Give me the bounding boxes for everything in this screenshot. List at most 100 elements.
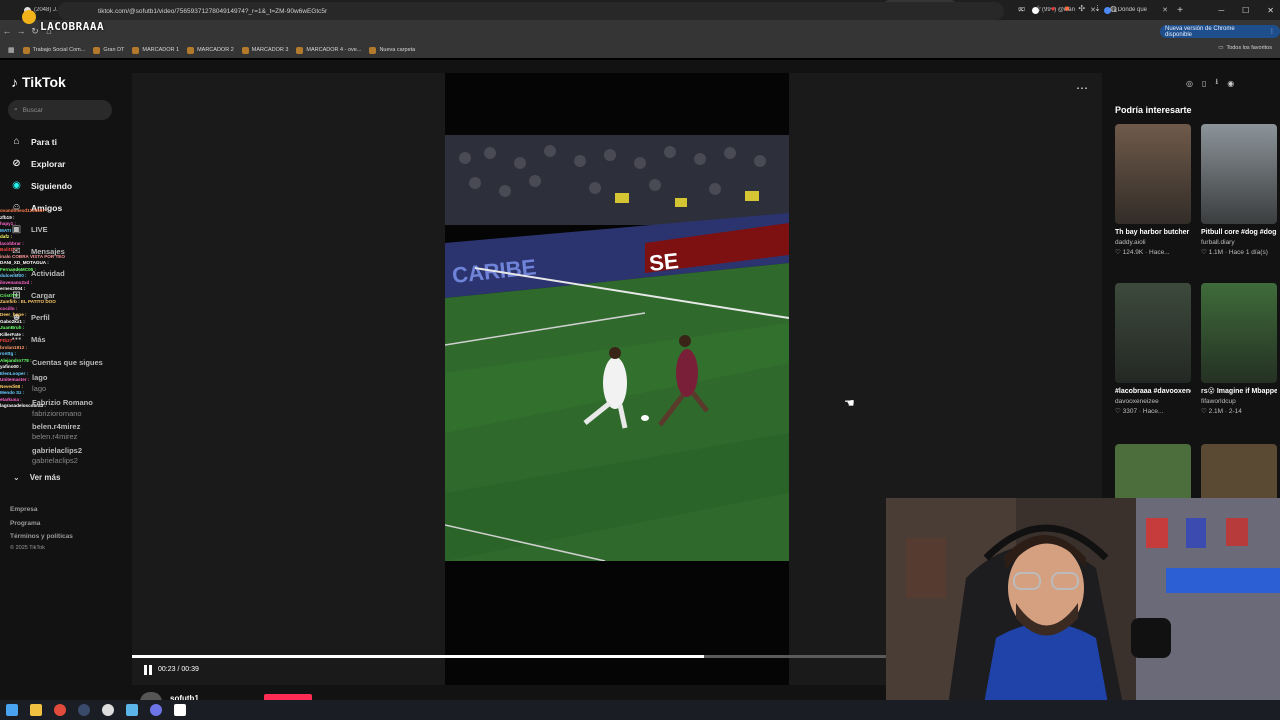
- app-icon[interactable]: [126, 704, 138, 716]
- search-icon: ⌕: [14, 106, 18, 113]
- tab-close-icon[interactable]: ✕: [1162, 6, 1168, 14]
- suggestion-author[interactable]: davooxeneizee: [1115, 397, 1191, 406]
- forward-icon[interactable]: →: [14, 26, 28, 36]
- extension-red-icon[interactable]: ●: [1051, 4, 1056, 13]
- address-url: tiktok.com/@sofutb1/video/75659371278049…: [98, 7, 328, 15]
- suggestion-meta: ♡ 1.1M · Hace 1 día(s): [1201, 249, 1268, 256]
- profile-avatar-icon[interactable]: ◍: [1110, 4, 1117, 13]
- chrome-icon[interactable]: [54, 704, 66, 716]
- all-bookmarks-button[interactable]: ▭ Todos los favoritos: [1218, 45, 1272, 51]
- suggestion-thumbnail[interactable]: [1201, 124, 1277, 224]
- bookmark-label: Trabajo Social Com...: [32, 47, 86, 53]
- see-more-label: Ver más: [29, 473, 61, 482]
- footer-programa[interactable]: Programa: [10, 520, 40, 527]
- chrome-update-button[interactable]: Nueva versión de Chrome disponible ⋮: [1160, 25, 1280, 38]
- device-icon[interactable]: ▯: [1202, 79, 1206, 88]
- see-more-button[interactable]: ⌄ Ver más: [13, 473, 60, 482]
- minimize-icon[interactable]: ─: [1218, 6, 1224, 15]
- tiktok-logo[interactable]: ♪ TikTok: [11, 74, 66, 90]
- bookmark-item[interactable]: MARCADOR 2: [187, 46, 234, 54]
- bookmark-item[interactable]: Gran DT: [93, 46, 124, 54]
- more-options-icon[interactable]: ⋯: [1076, 81, 1088, 95]
- suggestion-meta: ♡ 3307 · Hace...: [1115, 408, 1164, 415]
- bookmark-icon: [296, 46, 304, 54]
- suggestion-card[interactable]: Th bay harbor butcher #gym...daddy.aioli…: [1115, 124, 1191, 258]
- new-tab-icon[interactable]: +: [1172, 5, 1188, 16]
- search-placeholder: Buscar: [22, 106, 43, 114]
- suggestion-thumbnail[interactable]: [1201, 283, 1277, 383]
- settings-icon[interactable]: ◎: [1186, 79, 1193, 88]
- suggestion-card[interactable]: Pitbull core #dog #dogsoftiktok...furbal…: [1201, 124, 1277, 258]
- suggestion-meta: ♡ 2.1M · 2-14: [1201, 408, 1242, 415]
- folder-icon: ▭: [1218, 45, 1224, 51]
- pause-icon[interactable]: [144, 665, 154, 675]
- kebab-menu-icon[interactable]: ⋮: [1269, 28, 1275, 35]
- suggestion-author[interactable]: daddy.aioli: [1115, 238, 1191, 247]
- bookmark-item[interactable]: Nueva carpeta: [369, 46, 416, 54]
- sidebar-item-label: Para ti: [31, 136, 57, 147]
- maximize-icon[interactable]: ☐: [1242, 6, 1249, 15]
- sidebar-item-label: Siguiendo: [31, 180, 73, 191]
- footer-terms[interactable]: Términos y políticas: [10, 533, 73, 540]
- suggestion-card[interactable]: #lacobraaa #davooxeneize...davooxeneizee…: [1115, 283, 1191, 417]
- browser-extension-icons: ▭ ☆ ● ■ ✣ ⇣ ◍: [1018, 4, 1117, 13]
- bookmark-item[interactable]: MARCADOR 4 - ove...: [296, 46, 362, 54]
- tiktok-app-icon[interactable]: [174, 704, 186, 716]
- address-bar[interactable]: tiktok.com/@sofutb1/video/75659371278049…: [58, 2, 1004, 20]
- steam-icon[interactable]: [78, 704, 90, 716]
- suggestion-thumbnail[interactable]: [1115, 283, 1191, 383]
- discord-icon[interactable]: [150, 704, 162, 716]
- cast-icon[interactable]: ▭: [1018, 4, 1026, 13]
- puzzle-icon[interactable]: ✣: [1078, 4, 1085, 13]
- footer-empresa[interactable]: Empresa: [10, 506, 37, 513]
- suggestion-title[interactable]: rs😮 Imagine if Mbappe had score...: [1201, 387, 1277, 397]
- extension-orange-icon[interactable]: ■: [1065, 4, 1070, 13]
- sidebar-item-para-ti[interactable]: ⌂ Para ti: [10, 135, 57, 148]
- bookmark-star-icon[interactable]: ☆: [1035, 4, 1042, 13]
- stream-chat-overlay: ovandonexd1234567 : zfb19 : hapy1 : MATI :d…: [0, 208, 74, 474]
- suggestion-author[interactable]: fifaworldcup: [1201, 397, 1277, 406]
- apps-grid-icon[interactable]: ▦: [8, 46, 15, 54]
- bookmark-item[interactable]: Trabajo Social Com...: [22, 46, 86, 54]
- suggestion-title[interactable]: #lacobraaa #davooxeneize...: [1115, 387, 1191, 397]
- chevron-down-icon: ⌄: [13, 473, 20, 482]
- video-frame[interactable]: CARIBE SE: [445, 73, 789, 685]
- sidebar-item-siguiendo[interactable]: ◉ Siguiendo: [10, 179, 72, 192]
- video-progress-fill: [132, 655, 705, 658]
- windows-start-icon[interactable]: [6, 704, 18, 716]
- window-controls: ─ ☐ ✕: [1218, 0, 1274, 20]
- home-icon: ⌂: [13, 136, 20, 147]
- video-time: 00:23 / 00:39: [158, 666, 199, 673]
- football-video-image: CARIBE SE: [445, 73, 789, 685]
- bookmark-icon: [241, 46, 249, 54]
- profile-badge-icon[interactable]: ◉: [1227, 79, 1234, 88]
- download-icon[interactable]: ⭳: [1215, 76, 1218, 90]
- compass-icon: ⊘: [12, 158, 21, 169]
- obs-icon[interactable]: [102, 704, 114, 716]
- bookmark-label: Nueva carpeta: [379, 47, 416, 53]
- suggestion-title[interactable]: Pitbull core #dog #dogsoftiktok...: [1201, 228, 1277, 238]
- bookmark-icon: [93, 46, 101, 54]
- bookmark-icon: [22, 46, 30, 54]
- streamer-logo-icon: [22, 10, 36, 24]
- suggestion-author[interactable]: furball.diary: [1201, 238, 1277, 247]
- suggestion-meta: ♡ 124.9K · Hace...: [1115, 249, 1170, 256]
- bookmark-item[interactable]: MARCADOR 1: [132, 46, 179, 54]
- sidebar-item-explorar[interactable]: ⊘ Explorar: [10, 157, 65, 170]
- suggestion-thumbnail[interactable]: [1115, 124, 1191, 224]
- close-icon[interactable]: ✕: [1267, 6, 1274, 15]
- file-explorer-icon[interactable]: [30, 704, 42, 716]
- bookmark-label: MARCADOR 4 - ove...: [306, 47, 362, 53]
- suggestion-title[interactable]: Th bay harbor butcher #gym...: [1115, 228, 1191, 238]
- search-input[interactable]: ⌕ Buscar: [8, 100, 112, 120]
- suggestion-thumb-partial[interactable]: [1115, 444, 1191, 500]
- bookmark-item[interactable]: MARCADOR 3: [241, 46, 288, 54]
- suggestion-card[interactable]: rs😮 Imagine if Mbappe had score...fifawo…: [1201, 283, 1277, 417]
- tiktok-note-icon: ♪: [11, 74, 18, 90]
- downloads-icon[interactable]: ⇣: [1094, 4, 1101, 13]
- suggestion-thumb-partial[interactable]: [1201, 444, 1277, 500]
- rail-toolbar: ◎ ▯ ⭳ ◉: [1186, 76, 1234, 90]
- bookmark-icon: [132, 46, 140, 54]
- back-icon[interactable]: ←: [0, 26, 14, 36]
- tab-title: ¿Dónde que: [1114, 7, 1148, 13]
